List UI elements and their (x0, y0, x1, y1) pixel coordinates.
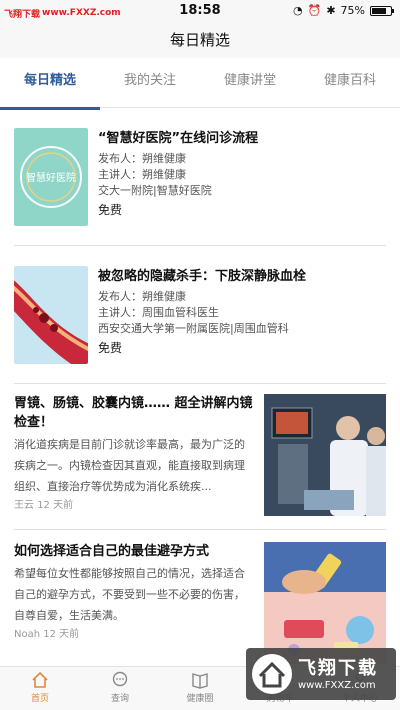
chat-icon (112, 671, 128, 687)
tab-my-follows[interactable]: 我的关注 (100, 58, 200, 107)
alarm-icon: ⏰ (307, 4, 322, 17)
course-publisher: 发布人：朔维健康 (98, 152, 186, 165)
course-title[interactable]: “智慧好医院”在线问诊流程 (98, 130, 386, 148)
course-card[interactable]: 智慧好医院 “智慧好医院”在线问诊流程 发布人：朔维健康 主讲人：朔维健康 交大… (14, 128, 386, 246)
thumb-caption: 智慧好医院 (26, 171, 76, 184)
bottom-nav-label: 查询 (110, 694, 129, 704)
tab-health-encyclopedia[interactable]: 健康百科 (300, 58, 400, 107)
course-thumbnail: 智慧好医院 (14, 128, 88, 226)
status-bar: 飞翔下载 www.FXXZ.com 18:58 ◔ ⏰ ✱ 75% (0, 0, 400, 22)
badge-title: 飞翔下载 (298, 658, 378, 679)
article-author: Noah (14, 629, 41, 640)
course-org: 交大一附院|智慧好医院 (98, 184, 212, 197)
tab-daily-picks[interactable]: 每日精选 (0, 58, 100, 110)
tab-label: 健康讲堂 (223, 73, 276, 88)
course-thumbnail (14, 266, 88, 364)
page-title: 每日精选 (169, 31, 230, 49)
article-title[interactable]: 胃镜、肠镜、胶囊内镜…… 超全讲解内镜检查！ (14, 394, 254, 432)
battery-percent: 75% (340, 4, 365, 17)
house-logo-icon (252, 654, 292, 694)
bottom-nav-label: 健康圈 (186, 694, 214, 704)
bottom-nav-query[interactable]: 查询 (80, 667, 160, 710)
article-meta: Noah 12 天前 (14, 628, 254, 642)
book-icon (192, 673, 208, 689)
article-time: 12 天前 (43, 629, 80, 640)
article-title[interactable]: 如何选择适合自己的最佳避孕方式 (14, 542, 254, 561)
battery-icon (370, 5, 394, 16)
bottom-nav-label: 首页 (30, 694, 49, 704)
course-speaker: 主讲人：朔维健康 (98, 168, 186, 181)
status-indicators: ◔ ⏰ ✱ 75% (293, 4, 394, 17)
bottom-nav-health-circle[interactable]: 健康圈 (160, 667, 240, 710)
course-price: 免费 (98, 203, 123, 217)
bluetooth-icon: ✱ (326, 4, 336, 17)
article-time: 12 天前 (37, 500, 74, 511)
tab-label: 每日精选 (23, 73, 76, 88)
course-price: 免费 (98, 341, 123, 355)
tab-bar: 每日精选 我的关注 健康讲堂 健康百科 (0, 58, 400, 110)
article-meta: 王云 12 天前 (14, 499, 254, 513)
article-card[interactable]: 胃镜、肠镜、胶囊内镜…… 超全讲解内镜检查！ 消化道疾病是目前门诊就诊率最高，最… (14, 394, 386, 530)
course-publisher: 发布人：朔维健康 (98, 290, 186, 303)
nav-bar: 每日精选 (0, 22, 400, 58)
rotation-lock-icon: ◔ (293, 4, 303, 17)
article-image (264, 542, 386, 664)
course-title[interactable]: 被忽略的隐藏杀手：下肢深静脉血栓 (98, 268, 386, 286)
badge-url: www.FXXZ.com (298, 680, 376, 691)
course-org: 西安交通大学第一附属医院|周围血管科 (98, 322, 289, 335)
bottom-nav-home[interactable]: 首页 (0, 667, 80, 710)
course-card[interactable]: 被忽略的隐藏杀手：下肢深静脉血栓 发布人：朔维健康 主讲人：周围血管科医生 西安… (14, 266, 386, 384)
home-icon (32, 671, 48, 688)
article-summary: 消化道疾病是目前门诊就诊率最高，最为广泛的疾病之一。内镜检查因其直观，能直接取到… (14, 438, 245, 493)
course-speaker: 主讲人：周围血管科医生 (98, 306, 219, 319)
download-site-badge: 飞翔下载 www.FXXZ.com (246, 648, 396, 700)
tab-label: 健康百科 (323, 73, 376, 88)
article-summary: 希望每位女性都能够按照自己的情况，选择适合自己的避孕方式，不要受到一些不必要的伤… (14, 567, 245, 622)
tab-label: 我的关注 (123, 73, 176, 88)
tab-health-lectures[interactable]: 健康讲堂 (200, 58, 300, 107)
article-image (264, 394, 386, 516)
article-card[interactable]: 如何选择适合自己的最佳避孕方式 希望每位女性都能够按照自己的情况，选择适合自己的… (14, 542, 386, 664)
article-author: 王云 (14, 500, 34, 511)
